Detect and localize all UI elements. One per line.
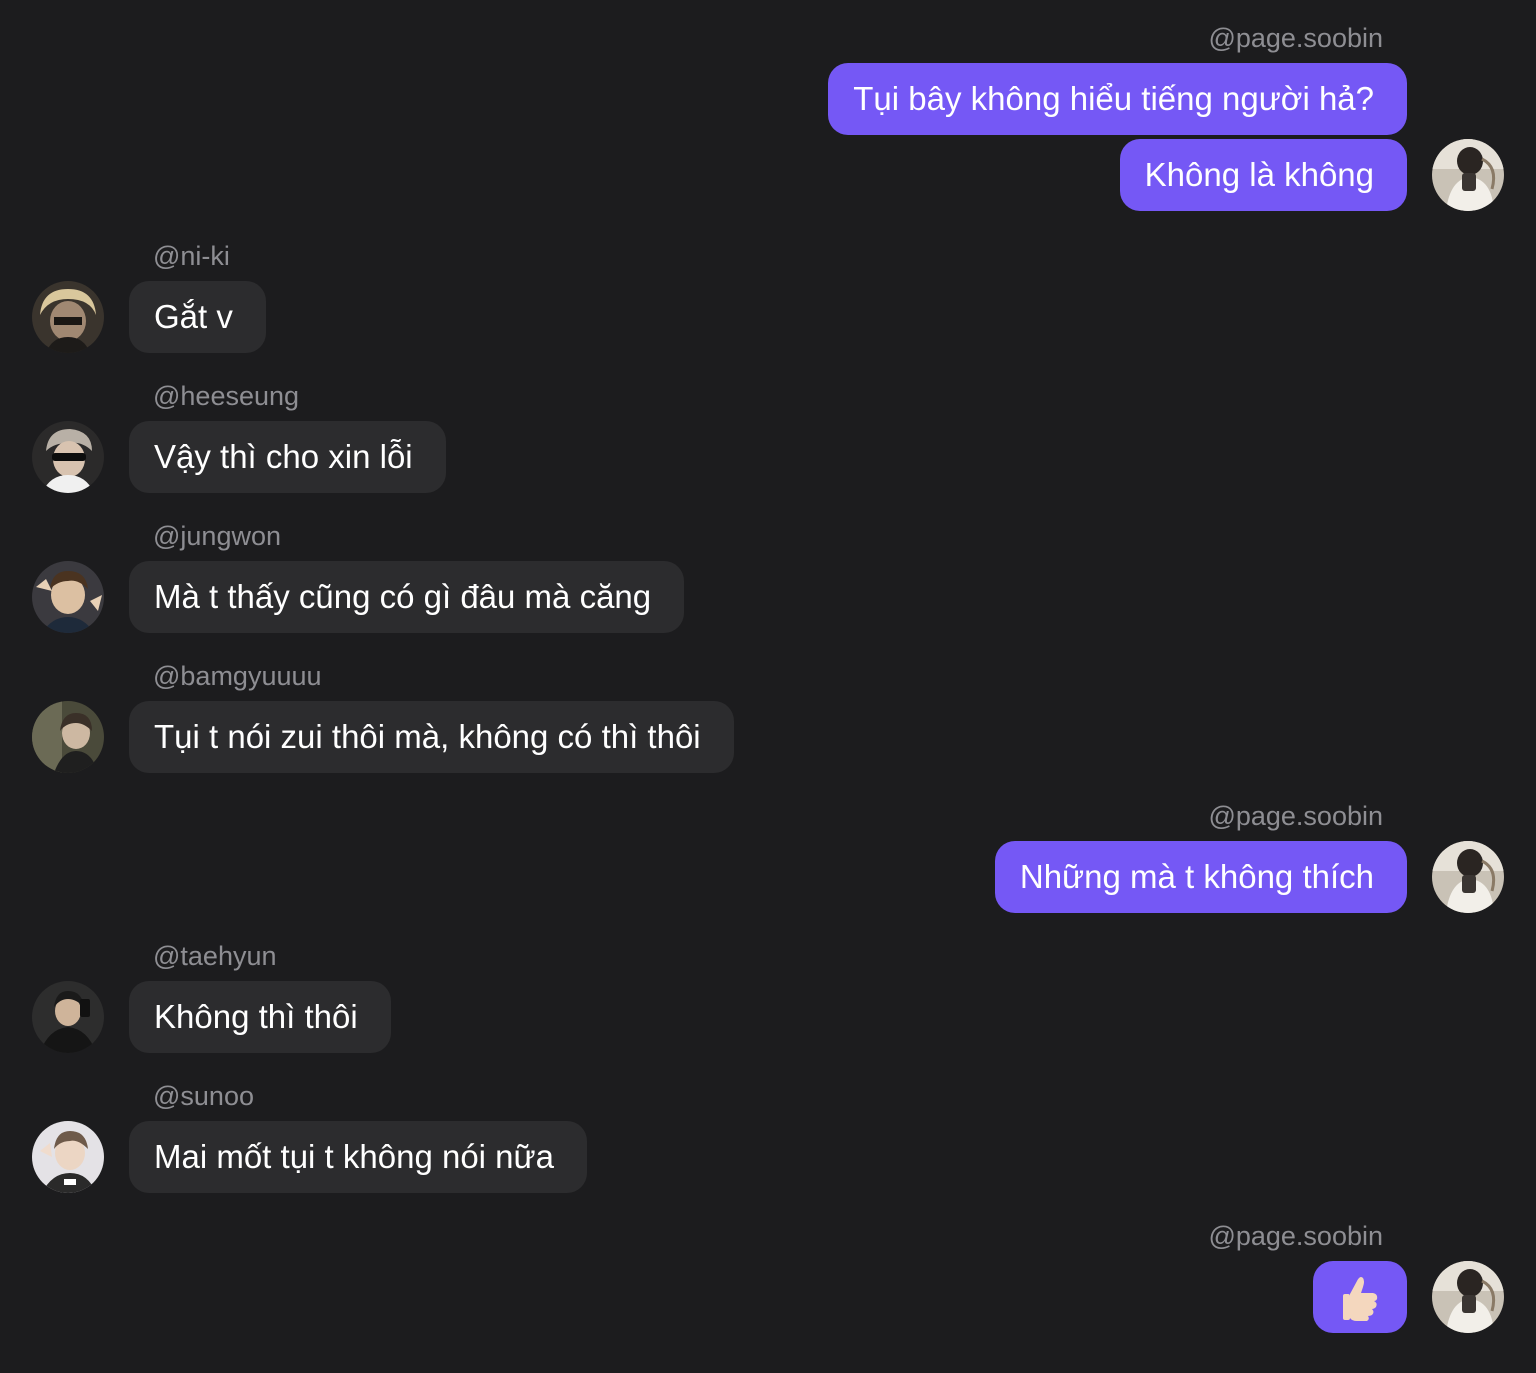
chat-thread: @page.soobin Tụi bây không hiểu tiếng ng…: [0, 0, 1536, 1373]
username-bamgyuuuu[interactable]: @bamgyuuuu: [153, 660, 322, 692]
username-page-soobin[interactable]: @page.soobin: [1208, 800, 1383, 832]
message-bubble-outgoing[interactable]: Không là không: [1119, 139, 1407, 211]
avatar-page-soobin[interactable]: [1432, 1261, 1504, 1333]
message-bubble-incoming[interactable]: Gắt v: [129, 281, 266, 353]
username-sunoo[interactable]: @sunoo: [153, 1080, 254, 1112]
username-page-soobin[interactable]: @page.soobin: [1208, 1220, 1383, 1252]
message-bubble-outgoing[interactable]: Những mà t không thích: [994, 841, 1407, 913]
avatar-jungwon[interactable]: [32, 561, 104, 633]
message-bubble-incoming[interactable]: Tụi t nói zui thôi mà, không có thì thôi: [129, 701, 734, 773]
avatar-ni-ki[interactable]: [32, 281, 104, 353]
message-bubble-incoming[interactable]: Mà t thấy cũng có gì đâu mà căng: [129, 561, 685, 633]
username-taehyun[interactable]: @taehyun: [153, 940, 277, 972]
message-bubble-incoming[interactable]: Không thì thôi: [129, 981, 391, 1053]
message-bubble-outgoing[interactable]: [1313, 1261, 1407, 1333]
avatar-heeseung[interactable]: [32, 421, 104, 493]
username-ni-ki[interactable]: @ni-ki: [153, 240, 230, 272]
username-page-soobin[interactable]: @page.soobin: [1208, 22, 1383, 54]
message-bubble-incoming[interactable]: Vậy thì cho xin lỗi: [129, 421, 446, 493]
avatar-taehyun[interactable]: [32, 981, 104, 1053]
avatar-bamgyuuuu[interactable]: [32, 701, 104, 773]
username-heeseung[interactable]: @heeseung: [153, 380, 299, 412]
message-bubble-incoming[interactable]: Mai mốt tụi t không nói nữa: [129, 1121, 587, 1193]
avatar-page-soobin[interactable]: [1432, 841, 1504, 913]
message-bubble-outgoing[interactable]: Tụi bây không hiểu tiếng người hả?: [828, 63, 1407, 135]
avatar-sunoo[interactable]: [32, 1121, 104, 1193]
avatar-page-soobin[interactable]: [1432, 139, 1504, 211]
thumbs-up-icon: [1343, 1277, 1378, 1321]
username-jungwon[interactable]: @jungwon: [153, 520, 281, 552]
